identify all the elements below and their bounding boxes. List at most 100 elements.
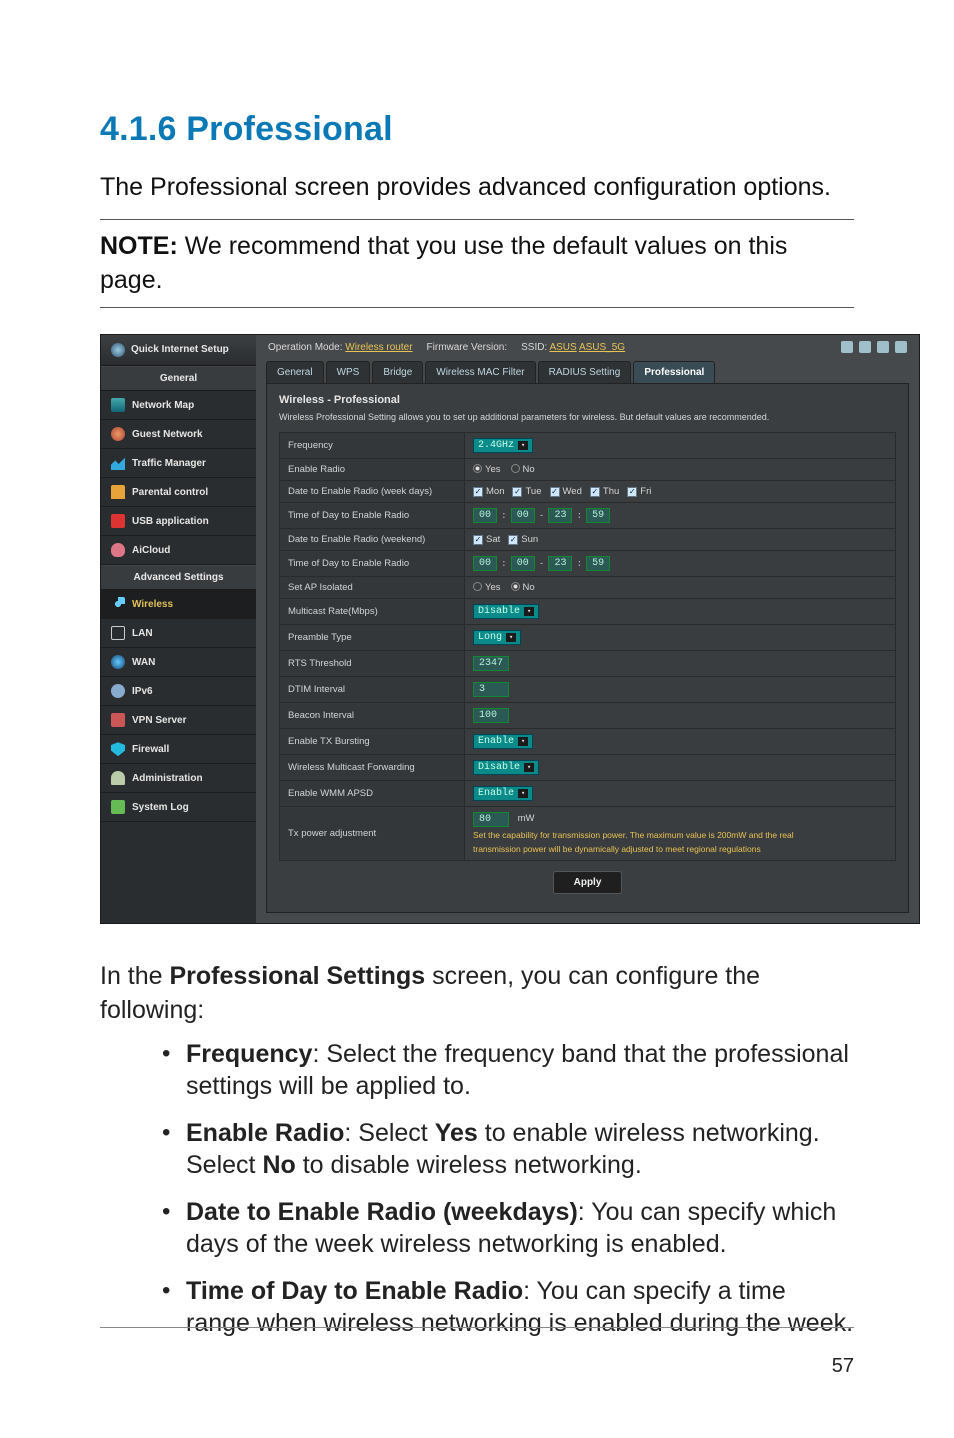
nav-label: LAN: [132, 628, 153, 639]
sidebar-item-wireless[interactable]: Wireless: [101, 590, 256, 619]
sidebar-item-parental[interactable]: Parental control: [101, 478, 256, 507]
txpower-unit: mW: [518, 813, 535, 824]
caret-down-icon: ▾: [518, 441, 528, 450]
language-icon[interactable]: [877, 341, 889, 353]
ap-isolated-no[interactable]: No: [511, 582, 535, 593]
multicast-select[interactable]: Disable▾: [473, 604, 539, 619]
sidebar-item-ipv6[interactable]: IPv6: [101, 677, 256, 706]
radio-label: No: [523, 582, 535, 593]
ssid-label: SSID:: [521, 342, 547, 353]
top-icons: [841, 341, 907, 353]
logout-icon[interactable]: [841, 341, 853, 353]
usb-icon: [111, 514, 125, 528]
li-bold3: No: [262, 1151, 295, 1179]
time-m2[interactable]: 59: [586, 508, 610, 523]
tab-radius[interactable]: RADIUS Setting: [538, 361, 632, 383]
tab-macfilter[interactable]: Wireless MAC Filter: [425, 361, 535, 383]
beacon-input[interactable]: 100: [473, 708, 509, 723]
enable-radio-no[interactable]: No: [511, 464, 535, 475]
row-label-multicast: Multicast Rate(Mbps): [280, 599, 465, 625]
time-h2[interactable]: 23: [548, 508, 572, 523]
time-h1[interactable]: 00: [473, 508, 497, 523]
caret-down-icon: ▾: [524, 607, 534, 616]
help-icon[interactable]: [895, 341, 907, 353]
chk-sat[interactable]: ✓Sat: [473, 534, 500, 545]
nav-label: Parental control: [132, 487, 208, 498]
tab-bridge[interactable]: Bridge: [372, 361, 423, 383]
shield-icon: [111, 742, 125, 756]
select-value: Long: [478, 632, 502, 643]
rts-input[interactable]: 2347: [473, 656, 509, 671]
panel-subtitle: Wireless Professional Setting allows you…: [279, 412, 896, 422]
wmf-select[interactable]: Disable▾: [473, 760, 539, 775]
nav-label: Firewall: [132, 744, 169, 755]
time2-m2[interactable]: 59: [586, 556, 610, 571]
row-label-wmf: Wireless Multicast Forwarding: [280, 755, 465, 781]
row-label-dtim: DTIM Interval: [280, 677, 465, 703]
row-label-time-weekend: Time of Day to Enable Radio: [280, 551, 465, 577]
tab-general[interactable]: General: [266, 361, 324, 383]
tab-wps[interactable]: WPS: [326, 361, 371, 383]
traffic-manager-icon: [111, 456, 125, 470]
time2-h1[interactable]: 00: [473, 556, 497, 571]
nav-label: IPv6: [132, 686, 153, 697]
chk-thu[interactable]: ✓Thu: [590, 486, 619, 497]
sidebar-item-vpn[interactable]: VPN Server: [101, 706, 256, 735]
wmmapsd-select[interactable]: Enable▾: [473, 786, 533, 801]
radio-label: Yes: [485, 582, 501, 593]
quick-internet-setup[interactable]: Quick Internet Setup: [101, 335, 256, 366]
sidebar-item-firewall[interactable]: Firewall: [101, 735, 256, 764]
sidebar-item-traffic-manager[interactable]: Traffic Manager: [101, 449, 256, 478]
note-body: We recommend that you use the default va…: [100, 232, 787, 294]
row-label-preamble: Preamble Type: [280, 625, 465, 651]
time-m1[interactable]: 00: [511, 508, 535, 523]
select-value: Disable: [478, 762, 520, 773]
divider: [100, 307, 854, 308]
chk-wed[interactable]: ✓Wed: [550, 486, 582, 497]
li-bold: Frequency: [186, 1040, 312, 1068]
qis-icon: [111, 343, 125, 357]
sidebar-item-wan[interactable]: WAN: [101, 648, 256, 677]
sidebar-item-guest-network[interactable]: Guest Network: [101, 420, 256, 449]
txpower-input[interactable]: 80: [473, 812, 509, 827]
row-label-date-week: Date to Enable Radio (week days): [280, 481, 465, 503]
enable-radio-yes[interactable]: Yes: [473, 464, 501, 475]
caret-down-icon: ▾: [506, 633, 516, 642]
chk-fri[interactable]: ✓Fri: [627, 486, 651, 497]
li-rest: : Select: [344, 1119, 434, 1147]
txburst-select[interactable]: Enable▾: [473, 734, 533, 749]
time2-m1[interactable]: 00: [511, 556, 535, 571]
chk-sun[interactable]: ✓Sun: [508, 534, 538, 545]
nav-label: USB application: [132, 516, 209, 527]
dtim-input[interactable]: 3: [473, 682, 509, 697]
lead-prefix: In the: [100, 962, 170, 990]
nav-label: Network Map: [132, 400, 194, 411]
panel-title: Wireless - Professional: [279, 394, 896, 406]
chk-tue[interactable]: ✓Tue: [512, 486, 541, 497]
li-bold: Enable Radio: [186, 1119, 344, 1147]
sidebar-item-usb[interactable]: USB application: [101, 507, 256, 536]
note-label: NOTE:: [100, 232, 178, 260]
ssid-2[interactable]: ASUS_5G: [579, 342, 625, 353]
sidebar-item-network-map[interactable]: Network Map: [101, 391, 256, 420]
radio-label: Yes: [485, 464, 501, 475]
op-mode-label: Operation Mode:: [268, 342, 343, 353]
op-mode-link[interactable]: Wireless router: [345, 342, 412, 353]
frequency-select[interactable]: 2.4GHz▾: [473, 438, 533, 453]
ssid-1[interactable]: ASUS: [549, 342, 576, 353]
preamble-select[interactable]: Long ▾: [473, 630, 521, 645]
sidebar-group-advanced: Advanced Settings: [101, 565, 256, 590]
chk-label: Thu: [603, 486, 619, 497]
tab-professional[interactable]: Professional: [633, 361, 715, 383]
ap-isolated-yes[interactable]: Yes: [473, 582, 501, 593]
sidebar-item-admin[interactable]: Administration: [101, 764, 256, 793]
sidebar-item-syslog[interactable]: System Log: [101, 793, 256, 822]
sidebar-item-lan[interactable]: LAN: [101, 619, 256, 648]
reboot-icon[interactable]: [859, 341, 871, 353]
sidebar-item-aicloud[interactable]: AiCloud: [101, 536, 256, 565]
time2-h2[interactable]: 23: [548, 556, 572, 571]
chk-label: Fri: [640, 486, 651, 497]
row-label-rts: RTS Threshold: [280, 651, 465, 677]
apply-button[interactable]: Apply: [553, 871, 623, 894]
chk-mon[interactable]: ✓Mon: [473, 486, 504, 497]
